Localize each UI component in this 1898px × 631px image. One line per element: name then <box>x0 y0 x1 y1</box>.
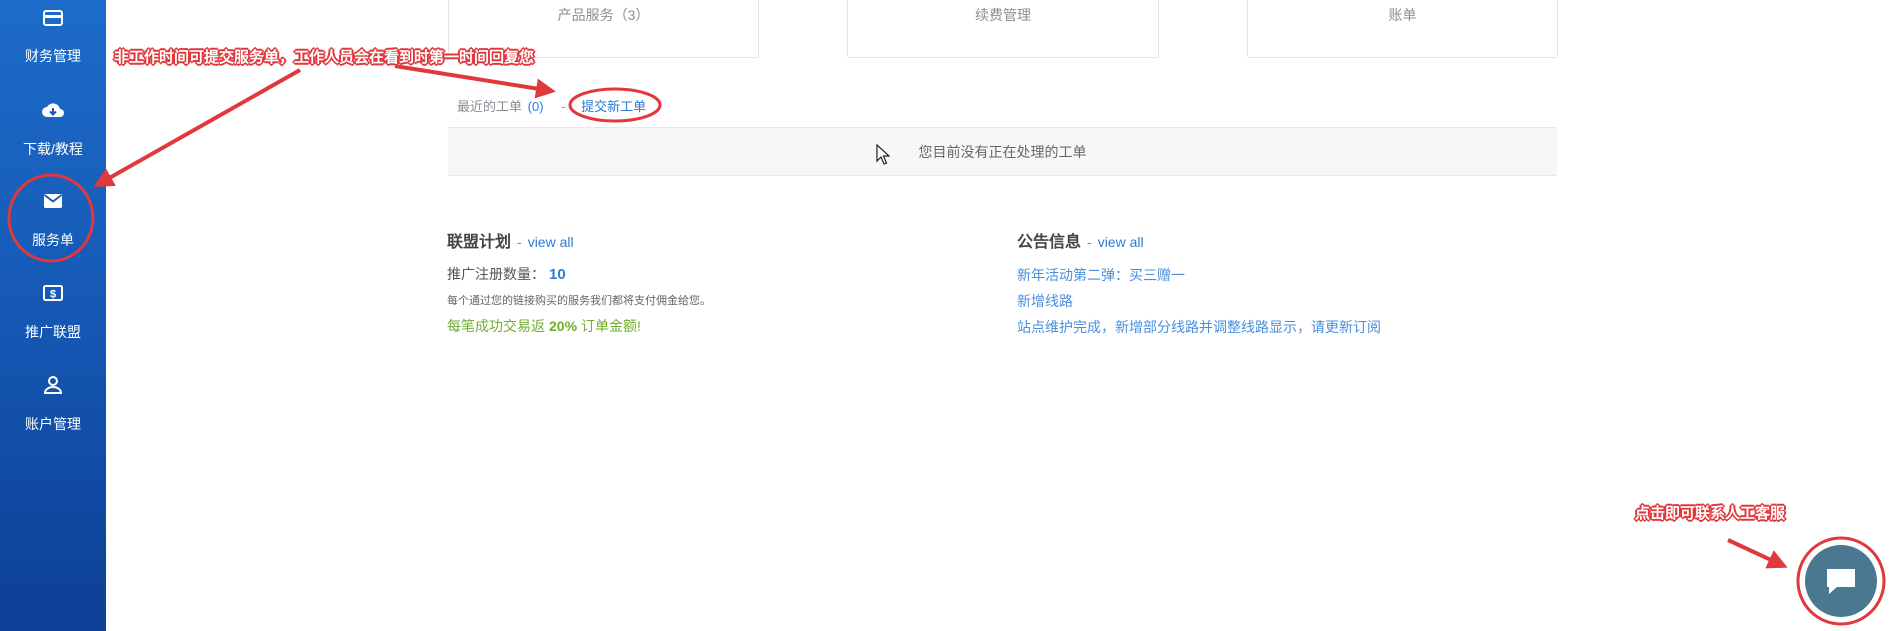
announcement-item[interactable]: 新年活动第二弹：买三赠一 <box>1017 265 1185 285</box>
announcement-item[interactable]: 站点维护完成，新增部分线路并调整线路显示，请更新订阅 <box>1017 317 1381 337</box>
sidebar-item-label: 账户管理 <box>25 416 81 432</box>
dollar-bill-icon: $ <box>43 285 63 301</box>
card-bills[interactable]: 账单 <box>1247 0 1558 58</box>
recent-tickets-header: 最近的工单 (0) - 提交新工单 <box>457 96 646 116</box>
tickets-empty-state: 您目前没有正在处理的工单 <box>448 127 1557 176</box>
annotation-overlay <box>7 64 1886 626</box>
recent-tickets-count: (0) <box>527 99 544 114</box>
sidebar-item-tickets[interactable]: 服务单 <box>0 187 106 271</box>
svg-text:$: $ <box>50 289 56 301</box>
announcements-view-all-link[interactable]: view all <box>1098 234 1144 250</box>
card-label: 账单 <box>1388 7 1417 23</box>
chat-bubble-icon <box>1827 569 1855 594</box>
affiliate-header: 联盟计划 - view all <box>447 228 574 252</box>
affiliate-view-all-link[interactable]: view all <box>528 234 574 250</box>
affiliate-commission: 每笔成功交易返 20% 订单金额! <box>447 316 641 336</box>
sidebar-item-label: 下载/教程 <box>23 141 83 157</box>
card-label: 续费管理 <box>975 7 1031 23</box>
annotation-ticket-note: 非工作时间可提交服务单，工作人员会在看到时第一时间回复您 <box>114 49 535 66</box>
commission-suffix: 订单金额! <box>581 318 641 334</box>
sidebar-item-account[interactable]: 账户管理 <box>0 371 106 455</box>
annotation-arrow <box>93 68 301 187</box>
annotation-chat-note: 点击即可联系人工客服 <box>1635 505 1786 522</box>
card-renewals[interactable]: 续费管理 <box>847 0 1159 58</box>
commission-percent: 20% <box>549 318 578 334</box>
announcements-title: 公告信息 <box>1017 234 1082 251</box>
envelope-icon <box>43 194 63 208</box>
sidebar-item-downloads[interactable]: 下载/教程 <box>0 95 106 179</box>
separator: - <box>517 234 522 250</box>
affiliate-description: 每个通过您的链接购买的服务我们都将支付佣金给您。 <box>447 295 711 307</box>
separator: - <box>561 99 566 114</box>
annotation-arrow <box>394 64 556 99</box>
affiliate-title: 联盟计划 <box>447 234 512 251</box>
sidebar-item-affiliate[interactable]: $ 推广联盟 <box>0 279 106 363</box>
sidebar: 财务管理 下载/教程 服务单 $ 推广联盟 账户管理 <box>0 0 106 631</box>
card-label: 产品服务（3） <box>557 7 650 23</box>
live-chat-button[interactable] <box>1805 545 1877 617</box>
submit-ticket-link[interactable]: 提交新工单 <box>581 99 646 114</box>
separator: - <box>1087 234 1092 250</box>
sidebar-item-label: 财务管理 <box>25 48 81 64</box>
signups-label: 推广注册数量： <box>447 266 545 282</box>
user-icon <box>43 376 63 394</box>
credit-card-icon <box>43 10 63 26</box>
recent-tickets-label: 最近的工单 <box>457 99 523 114</box>
empty-message: 您目前没有正在处理的工单 <box>918 144 1087 160</box>
announcements-header: 公告信息 - view all <box>1017 228 1144 252</box>
sidebar-item-label: 服务单 <box>32 232 74 248</box>
sidebar-item-label: 推广联盟 <box>25 324 81 340</box>
affiliate-signups: 推广注册数量： 10 <box>447 264 566 284</box>
commission-prefix: 每笔成功交易返 <box>447 318 545 334</box>
cloud-download-icon <box>42 103 64 117</box>
signups-count: 10 <box>549 266 566 283</box>
mouse-cursor-icon <box>876 144 890 165</box>
announcement-item[interactable]: 新增线路 <box>1017 291 1073 311</box>
sidebar-item-finance[interactable]: 财务管理 <box>0 0 106 84</box>
annotation-arrow <box>1727 538 1788 569</box>
